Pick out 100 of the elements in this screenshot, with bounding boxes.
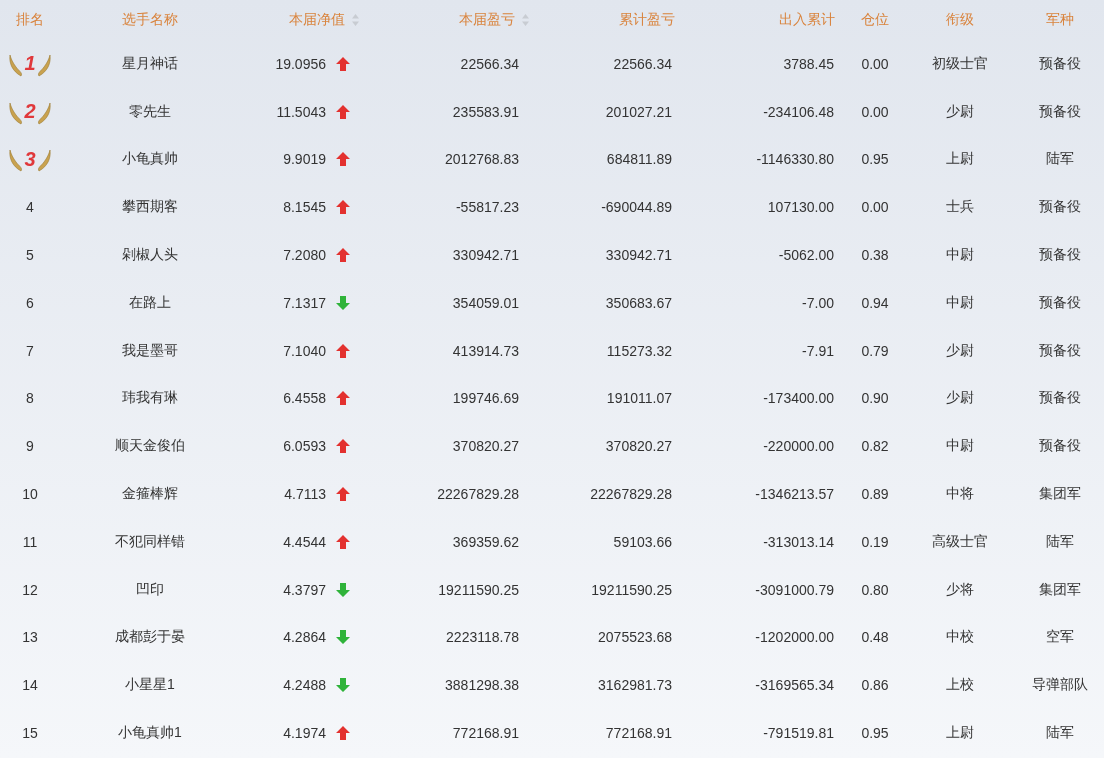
service-branch: 预备役: [1038, 246, 1081, 265]
net-value: 6.0593: [283, 438, 326, 455]
position-ratio: 0.80: [861, 581, 889, 598]
sort-icon[interactable]: [351, 13, 360, 27]
period-profit: 354059.01: [452, 294, 519, 311]
player-name: 金箍棒辉: [122, 485, 178, 504]
cash-flow-total: -1202000.00: [755, 629, 834, 646]
rank-title: 上尉: [946, 724, 974, 743]
cash-flow-total: -3169565.34: [755, 677, 834, 694]
total-profit: 684811.89: [606, 151, 672, 168]
total-profit: 201027.21: [605, 103, 672, 120]
total-profit: 115273.32: [606, 342, 672, 359]
position-ratio: 0.82: [861, 438, 889, 455]
player-name: 小龟真帅: [122, 150, 178, 169]
service-branch: 预备役: [1038, 198, 1081, 217]
period-profit: 2012768.83: [445, 151, 519, 168]
net-value: 4.4544: [283, 533, 326, 550]
cash-flow-total: -7.00: [802, 294, 834, 311]
rank-number: 5: [26, 247, 34, 264]
total-profit: 59103.66: [613, 533, 672, 550]
rank-title: 少尉: [946, 389, 974, 408]
position-ratio: 0.95: [861, 151, 889, 168]
period-profit: 235583.91: [452, 103, 519, 120]
cash-flow-total: -220000.00: [763, 438, 834, 455]
position-ratio: 0.19: [861, 533, 889, 550]
rank-title: 少尉: [946, 341, 974, 360]
column-header[interactable]: 本届盈亏: [459, 11, 530, 29]
player-name: 星月神话: [122, 54, 178, 73]
position-ratio: 0.95: [861, 725, 889, 742]
player-name: 小星星1: [125, 676, 175, 695]
net-value: 4.1974: [283, 725, 326, 742]
cash-flow-total: -313013.14: [763, 533, 834, 550]
cash-flow-total: 3788.45: [783, 55, 834, 72]
rank-number: 15: [22, 725, 38, 742]
player-name: 剁椒人头: [122, 246, 178, 265]
player-name: 成都彭于晏: [115, 628, 185, 647]
net-value: 4.2488: [283, 677, 326, 694]
position-ratio: 0.00: [861, 103, 889, 120]
cash-flow-total: -1346213.57: [755, 486, 834, 503]
rank-number: 7: [26, 342, 34, 359]
net-value: 19.0956: [275, 55, 326, 72]
net-value: 9.9019: [283, 151, 326, 168]
column-header: 军种: [1045, 11, 1074, 29]
rank-title: 上尉: [946, 150, 974, 169]
player-name: 攀西期客: [122, 198, 178, 217]
rank-title: 少尉: [946, 102, 974, 121]
service-branch: 预备役: [1038, 341, 1081, 360]
rank-number: 11: [22, 533, 38, 550]
rank-number: 2: [24, 100, 36, 124]
column-header: 选手名称: [122, 11, 178, 29]
rank-number: 9: [26, 438, 34, 455]
position-ratio: 0.89: [861, 486, 889, 503]
total-profit: 2075523.68: [598, 629, 672, 646]
rank-title: 中尉: [946, 246, 974, 265]
position-ratio: 0.38: [861, 247, 889, 264]
rank-title: 中尉: [946, 293, 974, 312]
period-profit: 19211590.25: [438, 581, 519, 598]
sort-icon[interactable]: [521, 13, 530, 27]
cash-flow-total: -791519.81: [763, 725, 834, 742]
position-ratio: 0.00: [861, 55, 889, 72]
player-name: 在路上: [129, 293, 171, 312]
period-profit: 22566.34: [460, 55, 519, 72]
rank-number: 3: [24, 148, 36, 171]
rank-number: 8: [26, 390, 34, 407]
service-branch: 预备役: [1038, 437, 1081, 456]
cash-flow-total: -5062.00: [778, 247, 834, 264]
cash-flow-total: -173400.00: [763, 390, 834, 407]
net-value: 4.2864: [283, 629, 326, 646]
rank-number: 6: [26, 294, 34, 311]
rank-title: 高级士官: [932, 532, 988, 551]
total-profit: 19211590.25: [591, 581, 672, 598]
period-profit: 199746.69: [452, 390, 519, 407]
cash-flow-total: -7.91: [802, 342, 834, 359]
player-name: 凹印: [136, 580, 164, 599]
column-header[interactable]: 本届净值: [289, 11, 360, 29]
rank-title: 中将: [946, 485, 974, 504]
service-branch: 空军: [1045, 628, 1074, 647]
total-profit: 191011.07: [606, 390, 672, 407]
column-header: 累计盈亏: [619, 11, 675, 29]
service-branch: 陆军: [1045, 532, 1074, 551]
total-profit: 330942.71: [605, 247, 672, 264]
service-branch: 预备役: [1038, 102, 1081, 121]
total-profit: 22566.34: [613, 55, 672, 72]
net-value: 4.7113: [284, 486, 326, 503]
period-profit: 370820.27: [452, 438, 519, 455]
player-name: 玮我有琳: [122, 389, 178, 408]
rank-number: 12: [22, 581, 38, 598]
column-header: 出入累计: [779, 11, 835, 29]
net-value: 8.1545: [283, 199, 326, 216]
rank-title: 士兵: [946, 198, 974, 217]
total-profit: 22267829.28: [590, 486, 672, 503]
total-profit: -690044.89: [601, 199, 672, 216]
rank-number: 14: [22, 677, 38, 694]
player-name: 零先生: [129, 102, 171, 121]
service-branch: 集团军: [1038, 580, 1081, 599]
position-ratio: 0.94: [861, 294, 889, 311]
player-name: 顺天金俊伯: [115, 437, 185, 456]
period-profit: 22267829.28: [437, 486, 519, 503]
period-profit: 3881298.38: [445, 677, 519, 694]
rank-number: 4: [26, 199, 34, 216]
